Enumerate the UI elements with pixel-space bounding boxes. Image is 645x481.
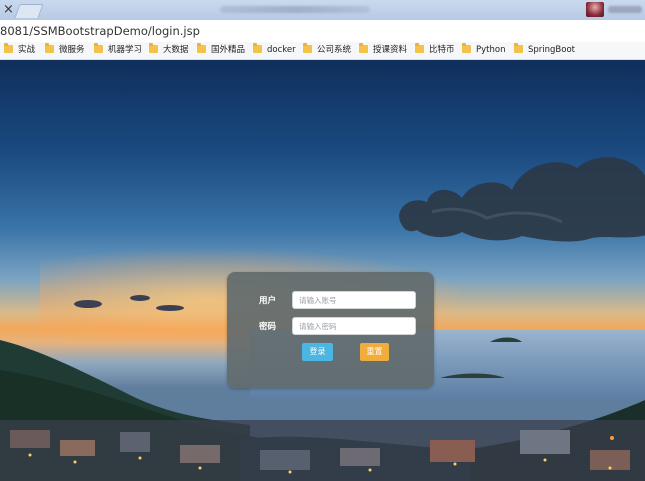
bookmark-item[interactable]: 机器学习 bbox=[94, 43, 143, 57]
bookmark-label: 授课资料 bbox=[373, 45, 408, 55]
folder-icon bbox=[303, 43, 312, 53]
bookmark-label: 公司系统 bbox=[317, 45, 352, 55]
tab-title-blurred bbox=[220, 6, 370, 13]
login-button[interactable]: 登录 bbox=[302, 343, 333, 361]
url-text[interactable]: 8081/SSMBootstrapDemo/login.jsp bbox=[0, 23, 200, 39]
bookmark-item[interactable]: Python bbox=[462, 43, 506, 57]
new-tab-button[interactable] bbox=[14, 4, 44, 18]
background-landscape bbox=[0, 60, 645, 481]
bookmark-label: docker bbox=[267, 45, 296, 55]
bookmark-item[interactable]: 大数据 bbox=[149, 43, 189, 57]
bookmark-label: SpringBoot bbox=[528, 45, 575, 55]
bookmarks-bar: 实战 微服务 机器学习 大数据 国外精品 docker 公司系统 授课资料 比特… bbox=[0, 42, 645, 60]
address-bar[interactable]: 8081/SSMBootstrapDemo/login.jsp bbox=[0, 20, 645, 43]
bookmark-item[interactable]: SpringBoot bbox=[514, 43, 575, 57]
bookmark-label: 实战 bbox=[18, 45, 36, 55]
profile-badge[interactable] bbox=[586, 2, 645, 17]
folder-icon bbox=[462, 43, 471, 53]
password-input[interactable] bbox=[292, 317, 416, 335]
bookmark-item[interactable]: 公司系统 bbox=[303, 43, 352, 57]
bookmark-item[interactable]: 授课资料 bbox=[359, 43, 408, 57]
cloud-shape bbox=[399, 157, 645, 242]
username-input[interactable] bbox=[292, 291, 416, 309]
folder-icon bbox=[514, 43, 523, 53]
bookmark-item[interactable]: 实战 bbox=[4, 43, 36, 57]
bookmark-item[interactable]: 比特币 bbox=[415, 43, 455, 57]
folder-icon bbox=[253, 43, 262, 53]
user-label: 用户 bbox=[259, 296, 277, 306]
folder-icon bbox=[197, 43, 206, 53]
bookmark-label: 国外精品 bbox=[211, 45, 246, 55]
login-panel: 用户 密码 登录 重置 bbox=[227, 272, 434, 388]
password-label: 密码 bbox=[259, 322, 277, 332]
folder-icon bbox=[359, 43, 368, 53]
bookmark-item[interactable]: 国外精品 bbox=[197, 43, 246, 57]
folder-icon bbox=[45, 43, 54, 53]
tab-close-icon[interactable]: × bbox=[3, 3, 15, 17]
bookmark-item[interactable]: docker bbox=[253, 43, 296, 57]
browser-tab-bar: × bbox=[0, 0, 645, 20]
folder-icon bbox=[149, 43, 158, 53]
bookmark-label: 大数据 bbox=[163, 45, 189, 55]
folder-icon bbox=[415, 43, 424, 53]
avatar bbox=[586, 2, 604, 17]
profile-name-blurred bbox=[608, 6, 642, 13]
bookmark-label: 机器学习 bbox=[108, 45, 143, 55]
folder-icon bbox=[4, 43, 13, 53]
bookmark-label: 比特币 bbox=[429, 45, 455, 55]
bookmark-label: Python bbox=[476, 45, 506, 55]
folder-icon bbox=[94, 43, 103, 53]
bookmark-item[interactable]: 微服务 bbox=[45, 43, 85, 57]
bookmark-label: 微服务 bbox=[59, 45, 85, 55]
reset-button[interactable]: 重置 bbox=[360, 343, 389, 361]
